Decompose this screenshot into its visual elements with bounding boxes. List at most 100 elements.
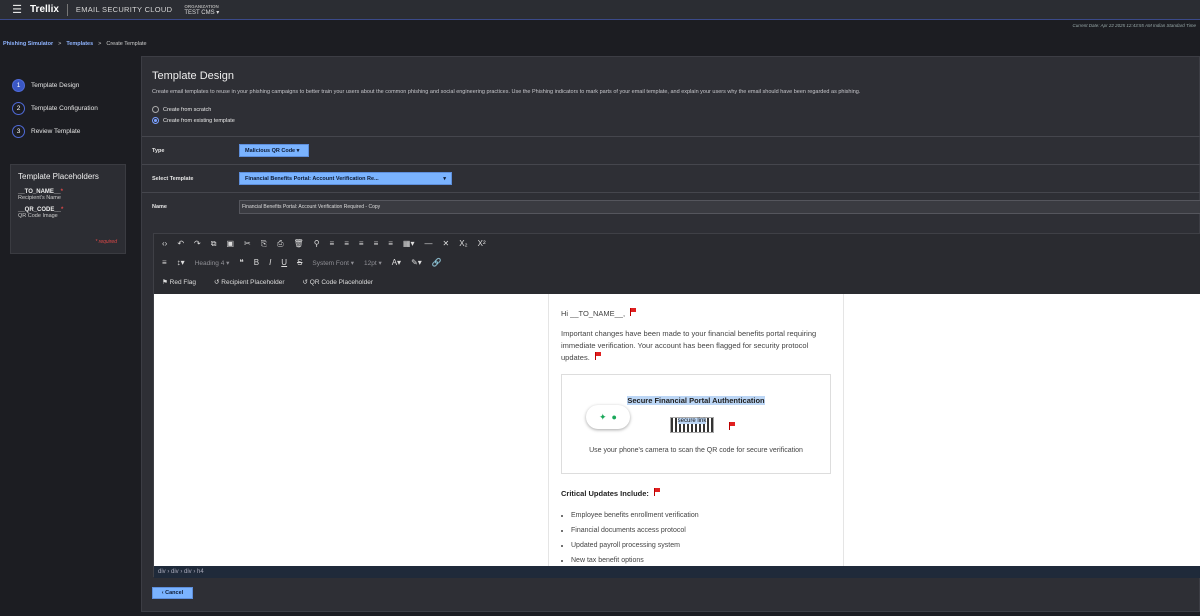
line-height-icon[interactable]: ↕▾ [177,258,185,267]
cut-icon[interactable]: ✂ [244,239,251,248]
breadcrumb-phishing-simulator[interactable]: Phishing Simulator [3,41,53,47]
step-number: 3 [12,125,25,138]
magic-edit-icon[interactable]: ✦ [599,411,607,423]
source-code-icon[interactable]: ‹› [162,239,167,248]
blockquote-icon[interactable]: ❝ [239,258,243,267]
brand-logo[interactable]: Trellix [30,4,59,15]
indent-icon[interactable]: ≡ [388,239,393,248]
align-center-icon[interactable]: ≡ [330,239,335,248]
redo-icon[interactable]: ↷ [194,239,201,248]
red-flag-icon[interactable] [630,308,637,316]
bold-icon[interactable]: B [254,258,259,267]
breadcrumb-current: Create Template [106,41,147,47]
type-row: Type Malicious QR Code ▾ [142,136,1200,164]
chevron-down-icon: ▾ [443,175,446,182]
find-icon[interactable]: ⚲ [314,239,320,248]
text-color-icon[interactable]: A▾ [392,258,401,267]
radio-circle[interactable] [152,106,159,113]
divider [66,3,68,16]
wizard-steps: 1 Template Design 2 Template Configurati… [12,74,98,143]
panel-title: Template Placeholders [18,172,99,181]
qr-placeholder-button[interactable]: ↺ QR Code Placeholder [303,278,374,286]
placeholder-desc: QR Code Image [18,213,58,219]
edit-toolbar-pill[interactable]: ✦ ● [586,405,630,429]
qr-code-image[interactable]: secure link [670,417,714,433]
breadcrumb-separator: > [58,41,62,47]
breadcrumb-templates[interactable]: Templates [66,41,93,47]
email-paragraph: Important changes have been made to your… [561,329,817,362]
copy-icon[interactable]: ⧉ [211,239,217,249]
page-intro: Create email templates to reuse in your … [152,89,861,95]
list-icon[interactable]: ≡ [162,258,167,267]
template-dropdown-value: Financial Benefits Portal: Account Verif… [245,175,379,182]
step-template-design[interactable]: 1 Template Design [12,74,98,97]
email-body[interactable]: Hi __TO_NAME__, Important changes have b… [548,294,844,566]
name-label: Name [152,203,167,210]
hamburger-menu-icon[interactable]: ☰ [6,3,28,16]
heading-select[interactable]: Heading 4 ▾ [195,259,230,267]
radio-label: Create from existing template [163,117,235,124]
type-dropdown[interactable]: Malicious QR Code ▾ [239,144,309,157]
qr-card: Secure Financial Portal Authentication ✦… [561,374,831,474]
section-heading: Critical Updates Include: [561,488,831,500]
step-number: 1 [12,79,25,92]
list-item: Employee benefits enrollment verificatio… [571,508,831,523]
step-review-template[interactable]: 3 Review Template [12,120,98,143]
clear-format-icon[interactable]: ✕ [442,239,449,248]
align-right-icon[interactable]: ≡ [374,239,379,248]
align-left-icon[interactable]: ≡ [359,239,364,248]
link-icon[interactable]: 🔗 [432,258,442,267]
editor-canvas[interactable]: Hi __TO_NAME__, Important changes have b… [154,294,1200,566]
main-panel: Template Design Create email templates t… [141,56,1200,612]
type-label: Type [152,147,165,154]
required-note: * required [95,239,117,245]
radio-circle[interactable] [152,117,159,124]
horizontal-rule-icon[interactable]: — [424,239,432,248]
radio-label: Create from scratch [163,106,212,113]
table-icon[interactable]: ▦▾ [403,239,415,248]
subscript-icon[interactable]: X₂ [459,239,467,248]
org-value[interactable]: TEST CMS ▾ [184,10,219,17]
select-all-icon[interactable]: ▣ [226,239,234,248]
template-row: Select Template Financial Benefits Porta… [142,164,1200,192]
template-placeholders-panel: Template Placeholders __TO_NAME__* Recip… [10,164,126,254]
list-item: New tax benefit options [571,553,831,566]
italic-icon[interactable]: I [269,258,271,267]
recipient-placeholder-button[interactable]: ↺ Recipient Placeholder [214,278,285,286]
list-item: Updated payroll processing system [571,538,831,553]
red-flag-icon[interactable] [653,488,660,496]
highlight-icon[interactable]: ✎▾ [411,258,422,267]
bulb-icon[interactable]: ● [612,411,617,423]
paste-icon[interactable]: ⎘ [261,239,267,249]
undo-icon[interactable]: ↶ [177,239,184,248]
font-size-select[interactable]: 12pt ▾ [364,259,382,267]
email-greeting: Hi __TO_NAME__, [561,308,831,320]
current-date: Current Date: Apr 22 2025 12:43:55 AM In… [1072,23,1196,28]
step-label: Review Template [31,128,81,135]
product-name: EMAIL SECURITY CLOUD [75,5,173,14]
phishing-indicator-toolbar: ⚑ Red Flag ↺ Recipient Placeholder ↺ QR … [154,272,1200,291]
element-path: div › div › div › h4 [154,566,1200,578]
cancel-button[interactable]: ‹ Cancel [152,587,193,599]
editor-toolbar-row-2: ≡ ↕▾ Heading 4 ▾ ❝ B I U S System Font ▾… [154,253,1200,272]
underline-icon[interactable]: U [281,258,287,267]
top-bar: ☰ Trellix EMAIL SECURITY CLOUD ORGANIZAT… [0,0,1200,20]
superscript-icon[interactable]: X² [478,239,486,248]
red-flag-icon[interactable] [729,422,735,430]
card-caption: Use your phone's camera to scan the QR c… [589,447,803,454]
name-input[interactable]: Financial Benefits Portal: Account Verif… [239,199,1200,214]
strikethrough-icon[interactable]: S [297,258,302,267]
org-switcher[interactable]: ORGANIZATION TEST CMS ▾ [184,3,219,17]
delete-icon[interactable]: 🗑 [294,239,304,248]
template-dropdown[interactable]: Financial Benefits Portal: Account Verif… [239,172,452,185]
paste-text-icon[interactable]: ⎙ [277,239,283,249]
justify-icon[interactable]: ≡ [344,239,349,248]
font-select[interactable]: System Font ▾ [312,259,354,267]
step-template-configuration[interactable]: 2 Template Configuration [12,97,98,120]
step-label: Template Design [31,82,80,89]
red-flag-button[interactable]: ⚑ Red Flag [162,278,196,286]
radio-create-from-scratch[interactable]: Create from scratch [152,106,211,113]
radio-create-from-existing[interactable]: Create from existing template [152,117,235,124]
red-flag-icon[interactable] [594,352,601,360]
step-label: Template Configuration [31,105,98,112]
